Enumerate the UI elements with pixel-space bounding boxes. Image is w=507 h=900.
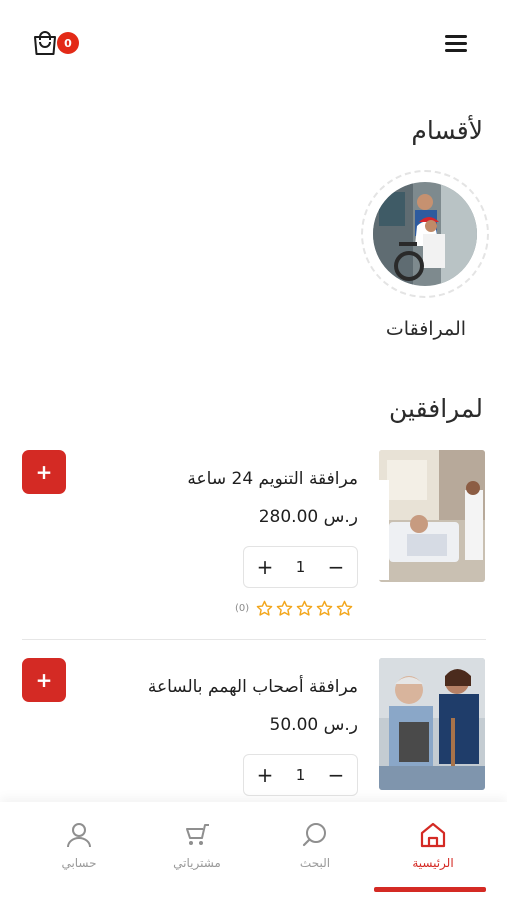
cart-count-badge: 0 — [57, 32, 79, 54]
product-image — [379, 658, 485, 790]
increment-button[interactable]: + — [256, 557, 274, 577]
product-price: ر.س 280.00 — [258, 507, 358, 527]
quantity-value: 1 — [295, 558, 306, 576]
increment-button[interactable]: + — [256, 765, 274, 785]
home-icon — [420, 822, 446, 848]
shopping-bag-icon — [34, 31, 56, 55]
product-card[interactable]: + مرافقة التنويم 24 ساعة ر.س 280.00 + 1 … — [0, 447, 507, 637]
category-image — [373, 182, 477, 286]
nav-search[interactable]: البحث — [260, 820, 370, 870]
quantity-stepper[interactable]: + 1 − — [243, 754, 358, 796]
divider — [22, 639, 486, 640]
star-icon — [336, 600, 353, 616]
active-tab-indicator — [374, 887, 486, 892]
cart-icon — [186, 824, 209, 845]
nav-account[interactable]: حسابي — [24, 820, 134, 870]
nav-orders-label: مشترياتي — [173, 856, 221, 870]
nav-search-label: البحث — [299, 856, 331, 870]
bottom-navigation: الرئيسية البحث مشترياتي حسابي — [0, 802, 507, 900]
star-icon — [316, 600, 333, 616]
decrement-button[interactable]: − — [327, 765, 345, 785]
search-icon — [302, 823, 326, 847]
decrement-button[interactable]: − — [327, 557, 345, 577]
star-rating: (0) — [235, 600, 353, 617]
category-label: المرافقات — [385, 318, 467, 340]
category-item-companions[interactable]: المرافقات — [361, 170, 489, 340]
product-name: مرافقة أصحاب الهمم بالساعة — [147, 677, 358, 697]
user-icon — [67, 823, 91, 848]
quantity-stepper[interactable]: + 1 − — [243, 546, 358, 588]
cart-button[interactable]: 0 — [30, 28, 86, 60]
quantity-value: 1 — [295, 766, 306, 784]
nav-home[interactable]: الرئيسية — [378, 820, 488, 870]
add-to-cart-button[interactable]: + — [22, 450, 66, 494]
nav-orders[interactable]: مشترياتي — [142, 820, 252, 870]
nav-account-label: حسابي — [61, 856, 97, 870]
star-icon — [256, 600, 273, 616]
nav-home-label: الرئيسية — [412, 856, 454, 870]
categories-title: لأقسام — [411, 116, 483, 145]
product-image — [379, 450, 485, 582]
rating-count: (0) — [235, 603, 250, 614]
product-price: ر.س 50.00 — [269, 715, 358, 735]
add-to-cart-button[interactable]: + — [22, 658, 66, 702]
app-header: 0 — [0, 0, 507, 90]
products-title: لمرافقين — [389, 394, 483, 423]
star-icon — [296, 600, 313, 616]
product-name: مرافقة التنويم 24 ساعة — [187, 469, 358, 489]
hamburger-menu-icon[interactable] — [440, 30, 472, 56]
star-icon — [276, 600, 293, 616]
